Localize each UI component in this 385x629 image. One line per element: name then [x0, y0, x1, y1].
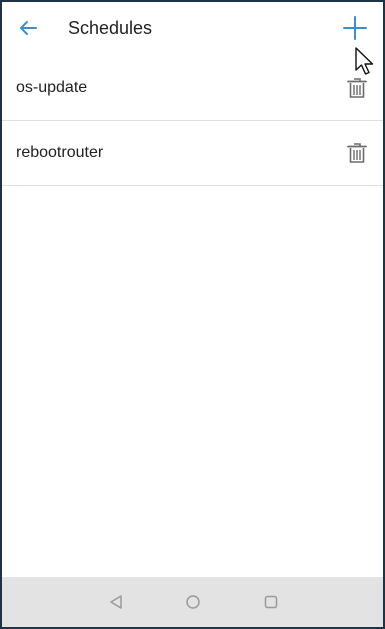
app-window: Schedules os-update rebootrouter: [0, 0, 385, 629]
trash-icon: [347, 78, 367, 98]
schedule-list: os-update rebootrouter: [2, 56, 383, 186]
list-item[interactable]: rebootrouter: [2, 121, 383, 186]
trash-icon: [347, 143, 367, 163]
nav-recents-button[interactable]: [261, 592, 281, 612]
schedule-name: rebootrouter: [16, 144, 104, 161]
arrow-left-icon: [20, 21, 37, 35]
plus-icon: [343, 16, 367, 40]
triangle-back-icon: [110, 595, 122, 609]
system-navigation-bar: [2, 577, 383, 627]
schedule-name: os-update: [16, 79, 88, 96]
circle-home-icon: [186, 595, 200, 609]
delete-button[interactable]: [345, 75, 369, 101]
page-title: Schedules: [68, 18, 153, 38]
nav-back-button[interactable]: [106, 592, 126, 612]
app-bar: Schedules: [2, 2, 383, 56]
delete-button[interactable]: [345, 140, 369, 166]
square-recents-icon: [264, 595, 278, 609]
nav-home-button[interactable]: [183, 592, 203, 612]
list-item[interactable]: os-update: [2, 56, 383, 121]
back-button[interactable]: [15, 15, 41, 41]
add-schedule-button[interactable]: [340, 13, 370, 43]
